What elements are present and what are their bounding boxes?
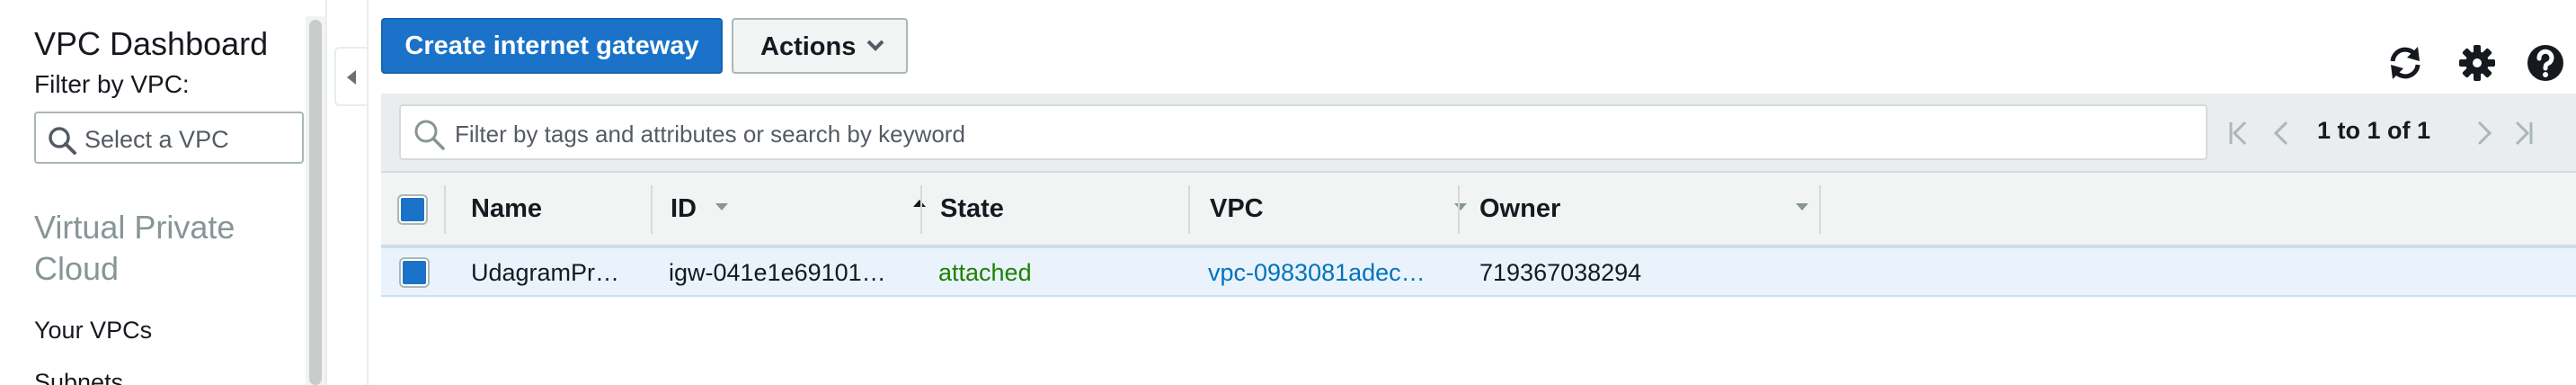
sort-down-icon[interactable] [1796,203,1808,210]
sidebar: VPC Dashboard Filter by VPC: Select a VP… [0,0,324,385]
next-page-icon[interactable] [2470,119,2497,148]
pagination: 1 to 1 of 1 [2220,104,2576,160]
gear-icon[interactable] [2456,41,2499,85]
collapse-sidebar-button[interactable] [334,47,367,106]
checkbox-mark [404,201,421,218]
create-internet-gateway-button[interactable]: Create internet gateway [381,18,723,74]
filter-search-input[interactable]: Filter by tags and attributes or search … [399,104,2207,160]
actions-button[interactable]: Actions [732,18,908,74]
vpc-select[interactable]: Select a VPC [34,112,304,164]
pagination-text: 1 to 1 of 1 [2317,117,2431,144]
table-row[interactable]: UdagramPr… igw-041e1e69101… attached vpc… [381,246,2576,297]
column-header-label: Owner [1479,194,1561,223]
column-header-owner[interactable]: Owner [1479,173,1821,245]
column-header-label: VPC [1210,194,1264,223]
column-header-id[interactable]: ID [671,173,940,245]
sort-up-icon[interactable] [913,200,926,207]
search-icon [49,127,76,155]
column-header-label: ID [671,194,697,223]
last-page-icon[interactable] [2509,119,2536,148]
column-header-state[interactable]: State [940,173,1192,245]
sidebar-section-title: Virtual Private Cloud [34,209,235,287]
column-separator[interactable] [920,185,922,234]
column-header-label: Name [471,194,542,223]
sidebar-item-subnets[interactable]: Subnets [34,369,123,385]
cell-id: igw-041e1e69101… [669,259,886,286]
help-icon[interactable] [2524,41,2567,85]
first-page-icon[interactable] [2225,119,2252,148]
sidebar-divider [325,0,327,385]
column-header-name[interactable]: Name [471,173,728,245]
column-separator[interactable] [444,185,446,234]
column-header-vpc[interactable]: VPC [1210,173,1479,245]
sort-down-icon[interactable] [1454,203,1467,210]
filter-search-placeholder: Filter by tags and attributes or search … [455,121,965,148]
column-separator[interactable] [1188,185,1190,234]
previous-page-icon[interactable] [2269,119,2296,148]
chevron-left-icon [347,70,356,85]
cell-vpc-link[interactable]: vpc-0983081adec… [1208,259,1442,287]
column-separator[interactable] [1458,185,1460,234]
filter-by-vpc-label: Filter by VPC: [34,70,190,98]
search-icon [414,120,445,150]
sidebar-scrollbar-thumb[interactable] [309,20,322,385]
table-empty-area [369,297,2576,385]
cell-name: UdagramPr… [471,259,620,286]
actions-button-label: Actions [760,32,857,61]
select-all-checkbox[interactable] [399,196,426,223]
sidebar-title[interactable]: VPC Dashboard [34,25,268,63]
table-header: Name ID State VPC Owner [381,171,2576,246]
column-separator[interactable] [1819,185,1821,234]
cell-owner: 719367038294 [1479,259,1642,286]
refresh-icon[interactable] [2384,41,2427,85]
row-checkbox[interactable] [401,259,428,286]
vpc-select-placeholder: Select a VPC [84,126,229,153]
chevron-down-icon [866,40,884,51]
checkbox-mark [406,264,422,281]
cell-state: attached [938,259,1032,286]
column-header-label: State [940,194,1004,223]
sidebar-item-your-vpcs[interactable]: Your VPCs [34,317,152,345]
column-separator[interactable] [651,185,653,234]
